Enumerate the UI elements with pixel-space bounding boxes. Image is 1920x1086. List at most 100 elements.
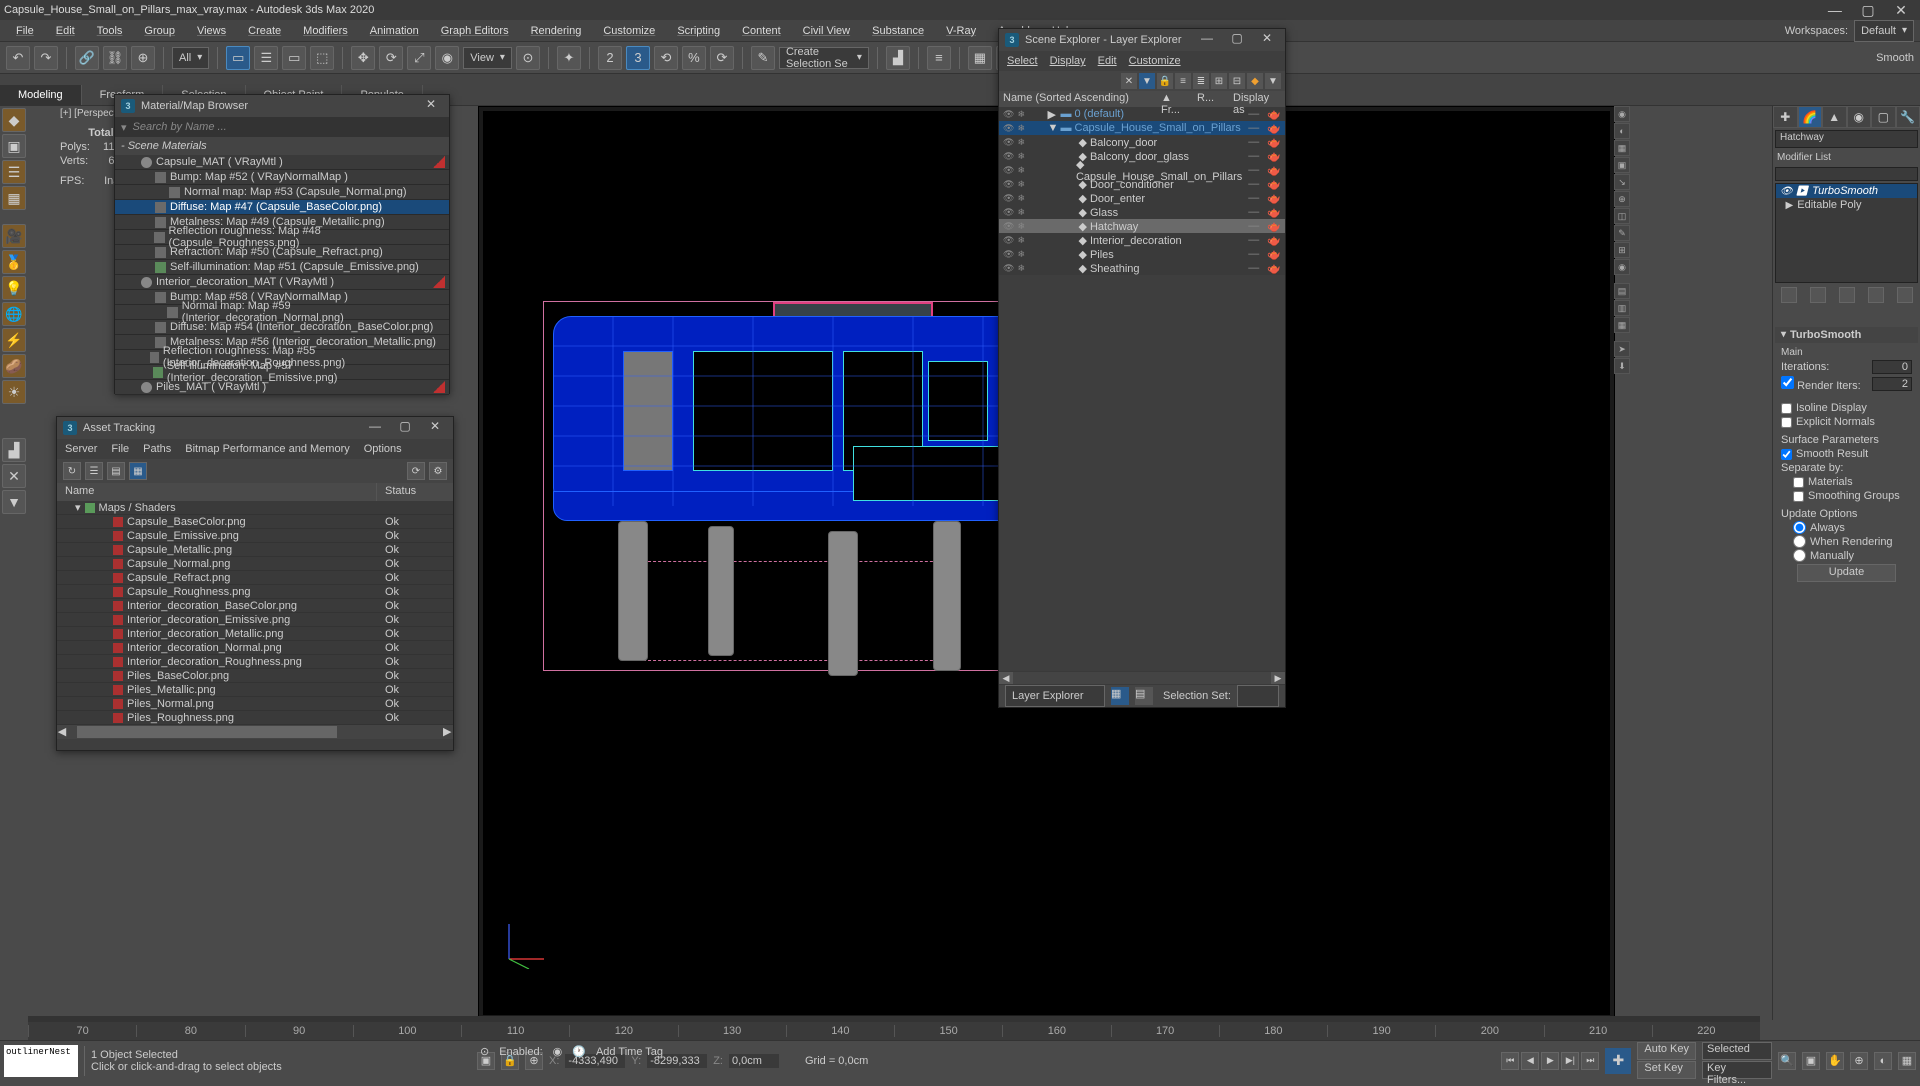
rect-region-button[interactable]: ▭ <box>282 46 306 70</box>
edit-selset-button[interactable]: ✎ <box>751 46 775 70</box>
menu-edit[interactable]: Edit <box>46 22 85 40</box>
se-col-render[interactable]: R... <box>1195 91 1231 107</box>
snap-toggle-3[interactable]: 3 <box>626 46 650 70</box>
mat-row[interactable]: Self-illumination: Map #51 (Capsule_Emis… <box>115 260 449 275</box>
asset-row[interactable]: Interior_decoration_Metallic.pngOk <box>57 627 453 641</box>
se-tb-5[interactable]: ◆ <box>1247 73 1263 89</box>
menu-modifiers[interactable]: Modifiers <box>293 22 358 40</box>
menu-substance[interactable]: Substance <box>862 22 934 40</box>
at-col-status[interactable]: Status <box>377 483 453 501</box>
at-menu-file[interactable]: File <box>111 443 129 455</box>
unlink-button[interactable]: ⛓ <box>103 46 127 70</box>
vtool-3[interactable]: ▦ <box>1614 140 1630 156</box>
asset-row[interactable]: Piles_Roughness.pngOk <box>57 711 453 725</box>
menu-rendering[interactable]: Rendering <box>521 22 592 40</box>
percent-snap-button[interactable]: % <box>682 46 706 70</box>
menu-animation[interactable]: Animation <box>360 22 429 40</box>
menu-civil-view[interactable]: Civil View <box>793 22 860 40</box>
vtool-6[interactable]: ⊕ <box>1614 191 1630 207</box>
asset-row[interactable]: Capsule_Roughness.pngOk <box>57 585 453 599</box>
menu-content[interactable]: Content <box>732 22 791 40</box>
se-col-frozen[interactable]: ▲ Fr... <box>1159 91 1195 107</box>
key-mode-button[interactable]: ✚ <box>1605 1048 1631 1074</box>
vtool-9[interactable]: ⊞ <box>1614 242 1630 258</box>
utilities-tab[interactable]: 🔧 <box>1896 106 1920 128</box>
vtool-14[interactable]: ➤ <box>1614 341 1630 357</box>
maxscript-listener[interactable]: outlinerNest <box>4 1045 78 1077</box>
maximize-button[interactable]: ▢ <box>1853 2 1883 19</box>
left-tool-14[interactable]: ▼ <box>2 490 26 514</box>
left-tool-6[interactable]: 🥇 <box>2 250 26 274</box>
spinner-snap-button[interactable]: ⟳ <box>710 46 734 70</box>
scene-row[interactable]: 👁❄◆ Hatchway—🫖 <box>999 219 1285 233</box>
at-group-row[interactable]: ▾ Maps / Shaders <box>57 501 453 515</box>
minimize-button[interactable]: — <box>1820 2 1850 18</box>
update-manual-radio[interactable] <box>1793 549 1806 562</box>
left-tool-7[interactable]: 💡 <box>2 276 26 300</box>
asset-row[interactable]: Capsule_Metallic.pngOk <box>57 543 453 557</box>
at-menu-options[interactable]: Options <box>364 443 402 455</box>
matbrowser-close-button[interactable]: ✕ <box>419 97 443 115</box>
left-tool-13[interactable]: ✕ <box>2 464 26 488</box>
select-object-button[interactable]: ▭ <box>226 46 250 70</box>
asset-row[interactable]: Piles_BaseColor.pngOk <box>57 669 453 683</box>
layer-explorer-button[interactable]: ▦ <box>968 46 992 70</box>
explicit-normals-check[interactable] <box>1781 417 1792 428</box>
update-always-radio[interactable] <box>1793 521 1806 534</box>
at-btn-5[interactable]: ⟳ <box>407 462 425 480</box>
left-tool-1[interactable]: ◆ <box>2 108 26 132</box>
asset-row[interactable]: Piles_Normal.pngOk <box>57 697 453 711</box>
at-btn-1[interactable]: ↻ <box>63 462 81 480</box>
at-menu-bitmap-performance-and-memory[interactable]: Bitmap Performance and Memory <box>185 443 349 455</box>
undo-button[interactable]: ↶ <box>6 46 30 70</box>
selection-set-dropdown[interactable] <box>1237 685 1279 707</box>
hierarchy-tab[interactable]: ▲ <box>1822 106 1847 128</box>
align-button[interactable]: ≡ <box>927 46 951 70</box>
pivot-button[interactable]: ⊙ <box>516 46 540 70</box>
at-min-button[interactable]: — <box>363 419 387 437</box>
update-button[interactable]: Update <box>1797 564 1896 582</box>
select-move-button[interactable]: ✥ <box>351 46 375 70</box>
mat-row[interactable]: Reflection roughness: Map #48 (Capsule_R… <box>115 230 449 245</box>
refcoord-dropdown[interactable]: View ▾ <box>463 47 512 69</box>
render-iters-spinner[interactable]: 2 <box>1872 377 1912 391</box>
select-rotate-button[interactable]: ⟳ <box>379 46 403 70</box>
key-filters-button[interactable]: Key Filters... <box>1702 1061 1772 1079</box>
left-tool-5[interactable]: 🎥 <box>2 224 26 248</box>
mirror-button[interactable]: ▟ <box>886 46 910 70</box>
asset-row[interactable]: Capsule_BaseColor.pngOk <box>57 515 453 529</box>
vtool-1[interactable]: ◉ <box>1614 106 1630 122</box>
left-tool-11[interactable]: ☀ <box>2 380 26 404</box>
at-btn-6[interactable]: ⚙ <box>429 462 447 480</box>
left-tool-3[interactable]: ☰ <box>2 160 26 184</box>
vtool-13[interactable]: ▦ <box>1614 317 1630 333</box>
adaptive-button[interactable]: ⊙ <box>480 1045 489 1058</box>
isoline-check[interactable] <box>1781 403 1792 414</box>
at-btn-2[interactable]: ☰ <box>85 462 103 480</box>
nav-4[interactable]: ⊕ <box>1850 1052 1868 1070</box>
se-tb-6[interactable]: ▼ <box>1265 73 1281 89</box>
se-tb-filter[interactable]: ▼ <box>1139 73 1155 89</box>
at-menu-server[interactable]: Server <box>65 443 97 455</box>
vtool-8[interactable]: ✎ <box>1614 225 1630 241</box>
set-key-button[interactable]: Set Key <box>1637 1061 1696 1079</box>
at-col-name[interactable]: Name <box>57 483 377 501</box>
vtool-11[interactable]: ▤ <box>1614 283 1630 299</box>
left-tool-10[interactable]: 🥔 <box>2 354 26 378</box>
sep-materials-check[interactable] <box>1793 477 1804 488</box>
menu-graph-editors[interactable]: Graph Editors <box>431 22 519 40</box>
mod-turbosmooth[interactable]: 👁 ▶ TurboSmooth <box>1776 184 1917 198</box>
prev-frame-button[interactable]: ◀ <box>1521 1052 1539 1070</box>
mat-row[interactable]: Bump: Map #52 ( VRayNormalMap ) <box>115 170 449 185</box>
bind-button[interactable]: ⊕ <box>131 46 155 70</box>
asset-row[interactable]: Interior_decoration_Normal.pngOk <box>57 641 453 655</box>
timetag-icon[interactable]: 🕐 <box>572 1045 586 1058</box>
se-menu-customize[interactable]: Customize <box>1129 55 1181 67</box>
asset-row[interactable]: Capsule_Refract.pngOk <box>57 571 453 585</box>
menu-views[interactable]: Views <box>187 22 236 40</box>
vtool-7[interactable]: ◫ <box>1614 208 1630 224</box>
remove-modifier-button[interactable] <box>1868 287 1884 303</box>
at-btn-4[interactable]: ▦ <box>129 462 147 480</box>
menu-tools[interactable]: Tools <box>87 22 133 40</box>
angle-snap-button[interactable]: ⟲ <box>654 46 678 70</box>
